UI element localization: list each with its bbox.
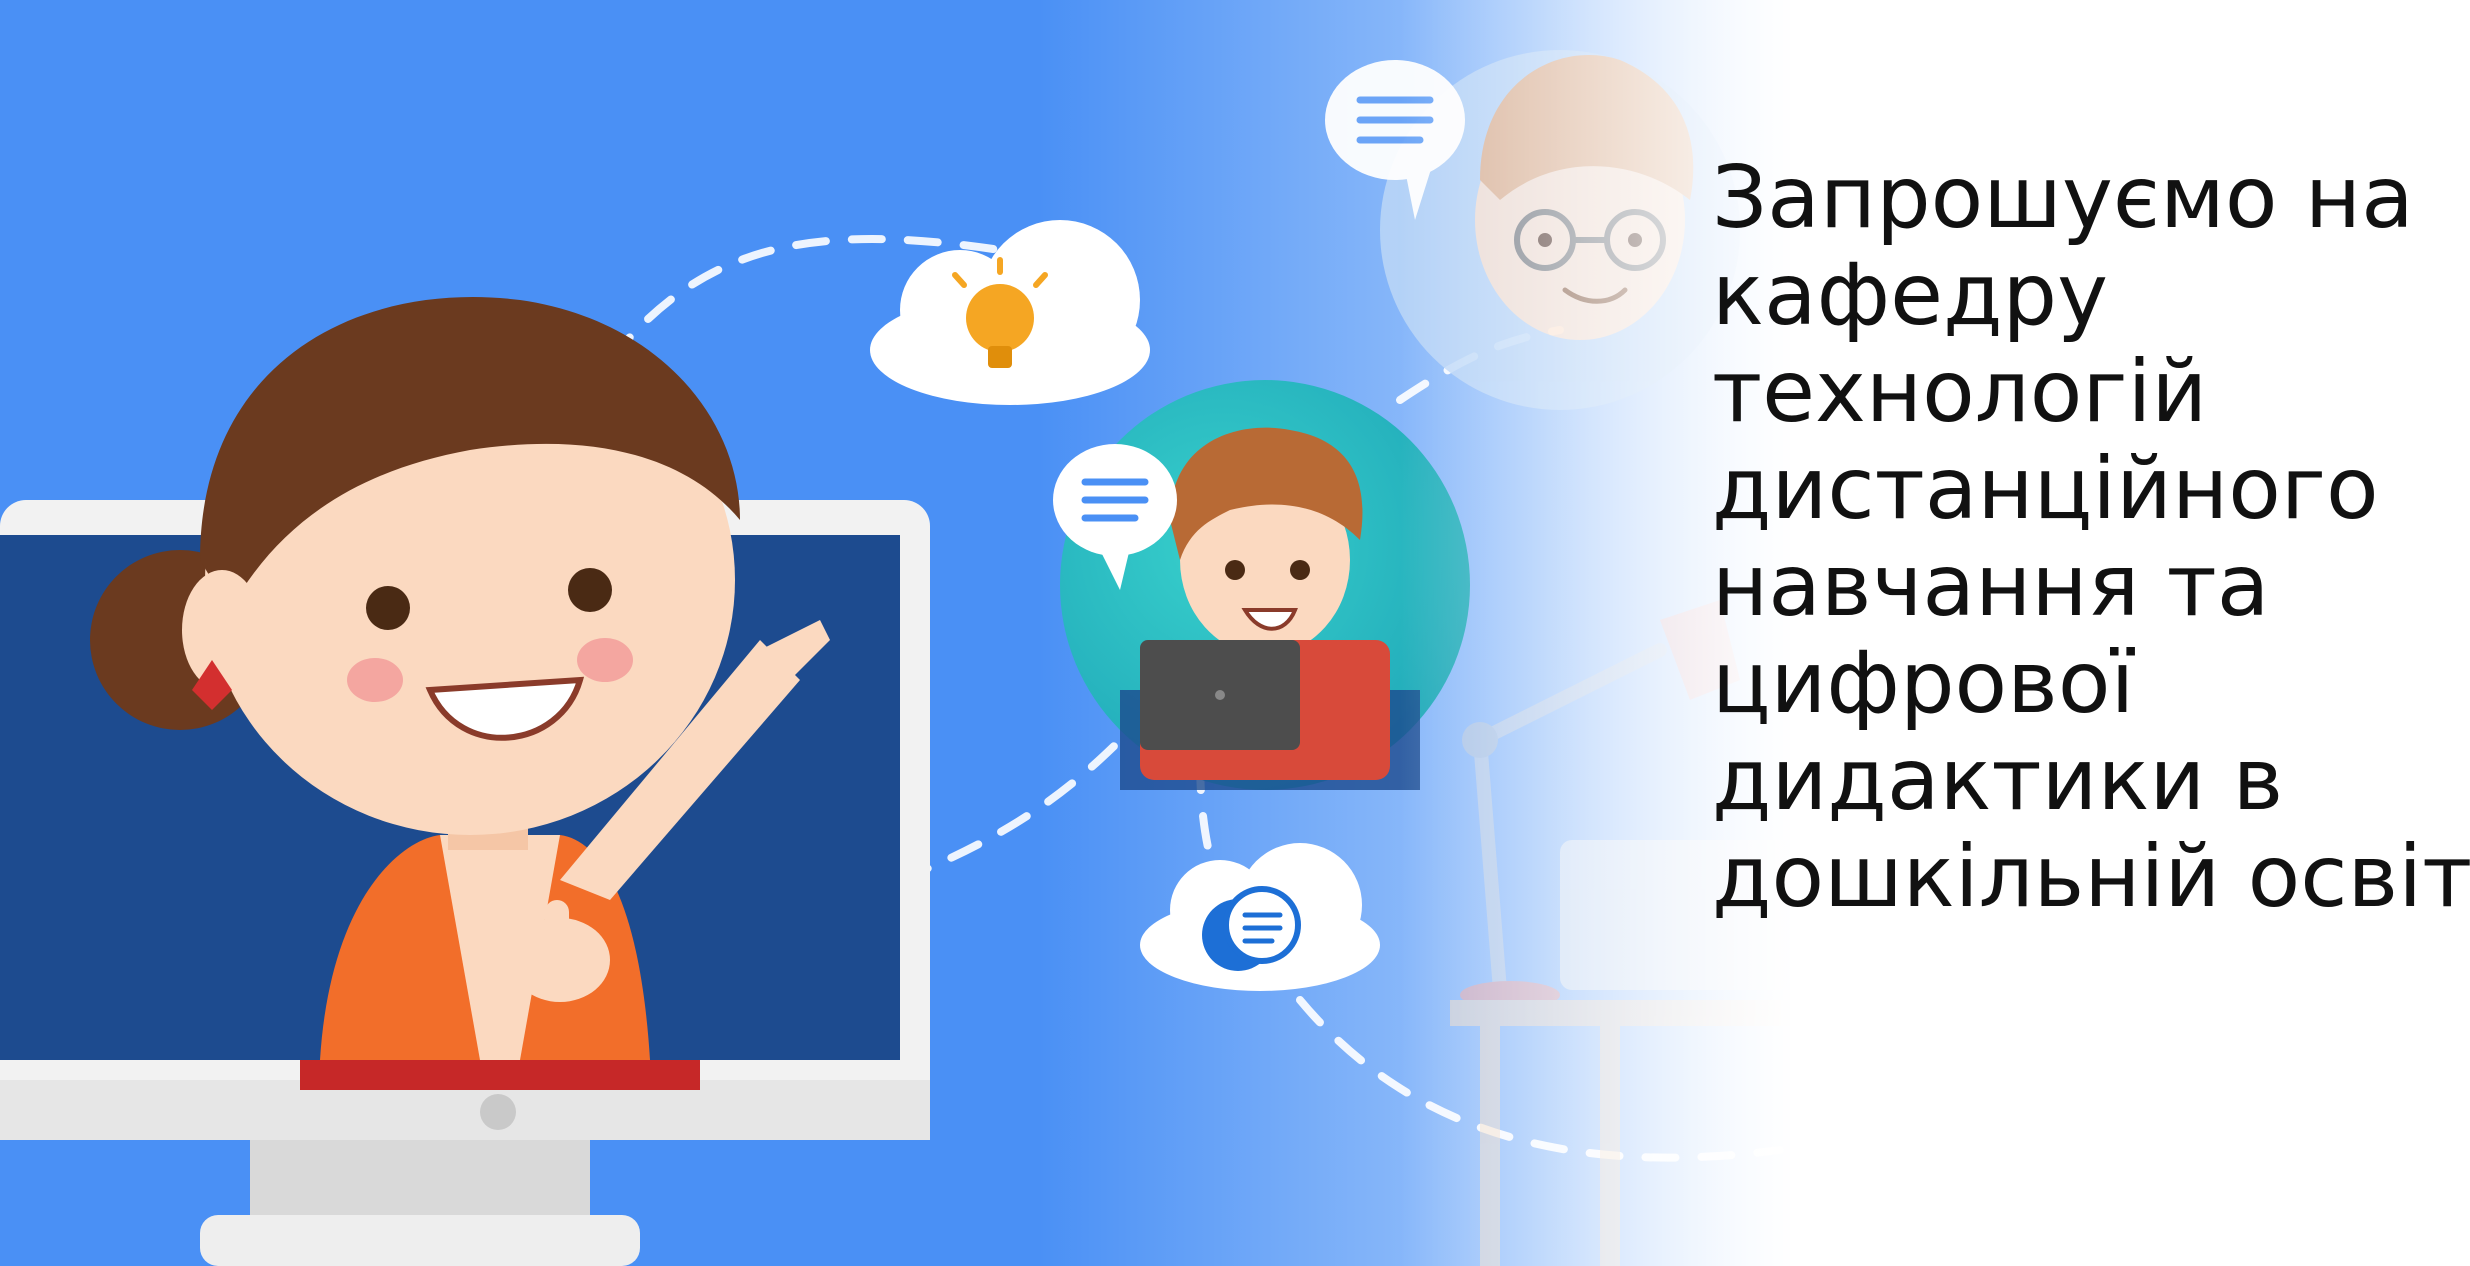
headline-line: цифрової [1712,633,2135,733]
headline-line: кафедру [1712,245,2109,345]
headline-text: Запрошуємо на кафедру технологій дистанц… [1712,148,2470,927]
headline-line: дистанційного [1712,439,2379,539]
headline-line: технологій [1712,342,2208,442]
headline-line: дошкільній освіті! [1712,827,2470,927]
slide: Запрошуємо на кафедру технологій дистанц… [0,0,2470,1266]
headline-line: навчання та [1712,536,2270,636]
headline-line: дидактики в [1712,730,2284,830]
headline-line: Запрошуємо на [1712,148,2414,248]
